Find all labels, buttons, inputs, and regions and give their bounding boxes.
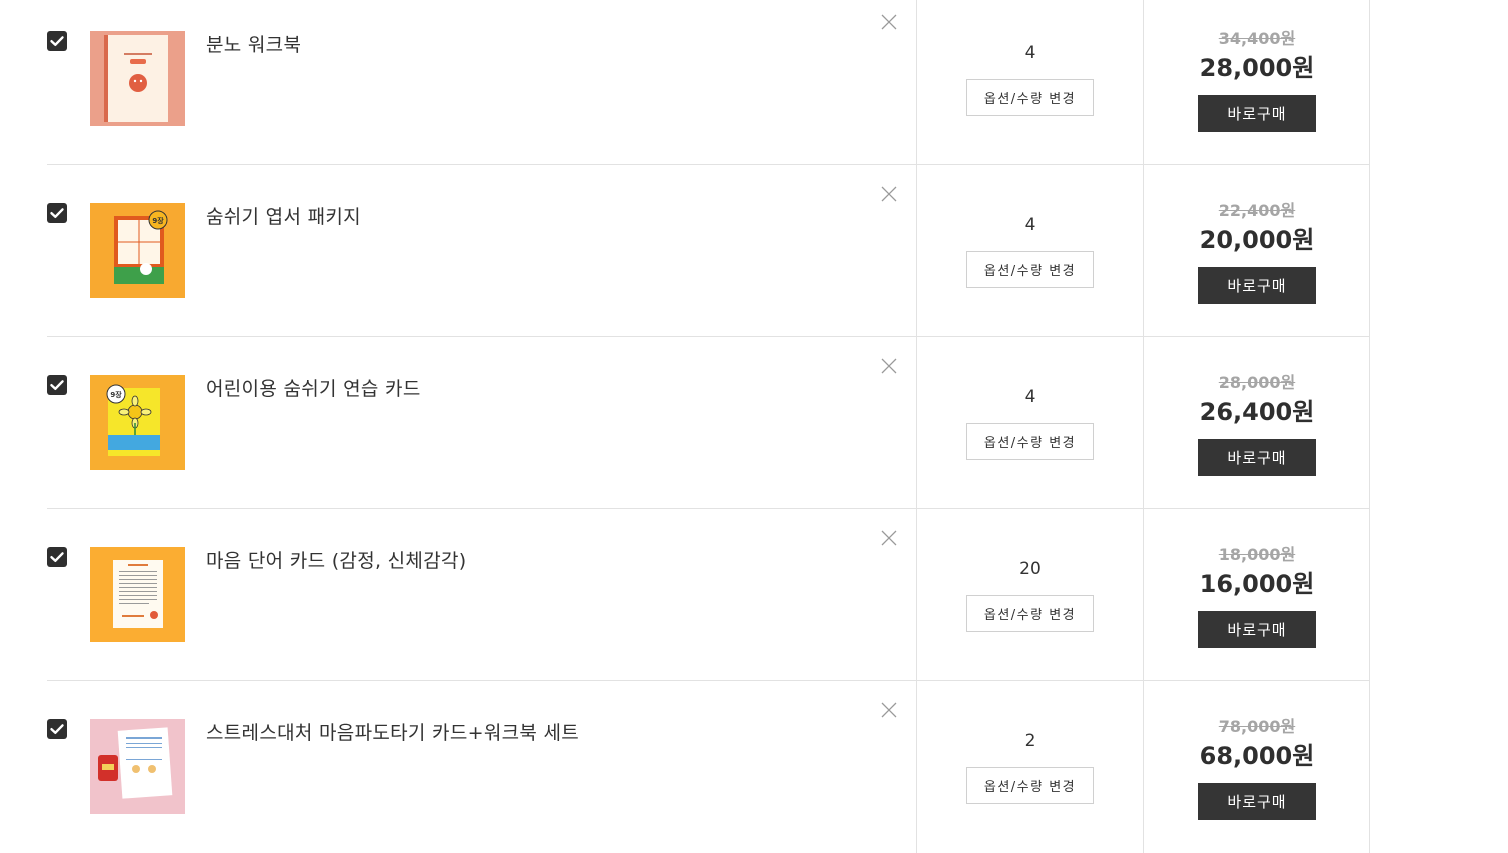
change-option-button[interactable]: 옵션/수량 변경 bbox=[966, 767, 1094, 804]
close-icon bbox=[881, 702, 897, 718]
column-divider bbox=[916, 0, 917, 164]
column-divider bbox=[916, 681, 917, 853]
remove-item-button[interactable] bbox=[879, 12, 899, 32]
cart-list: 분노 워크북 4 옵션/수량 변경 34,400원 28,000원 바로구매 9… bbox=[0, 0, 1508, 853]
original-price: 78,000원 bbox=[1218, 717, 1296, 736]
remove-item-button[interactable] bbox=[879, 528, 899, 548]
sale-price: 26,400원 bbox=[1199, 398, 1315, 426]
quantity-value: 4 bbox=[1024, 43, 1036, 63]
item-checkbox[interactable] bbox=[47, 203, 67, 223]
sale-price: 16,000원 bbox=[1199, 570, 1315, 598]
buy-now-button[interactable]: 바로구매 bbox=[1198, 95, 1316, 132]
buy-now-button[interactable]: 바로구매 bbox=[1198, 439, 1316, 476]
product-thumbnail[interactable] bbox=[90, 31, 185, 126]
sale-price: 28,000원 bbox=[1199, 54, 1315, 82]
column-divider bbox=[916, 509, 917, 680]
item-checkbox[interactable] bbox=[47, 31, 67, 51]
column-divider bbox=[916, 337, 917, 508]
sale-price: 68,000원 bbox=[1199, 742, 1315, 770]
original-price: 28,000원 bbox=[1218, 373, 1296, 392]
close-icon bbox=[881, 530, 897, 546]
remove-item-button[interactable] bbox=[879, 356, 899, 376]
sale-price: 20,000원 bbox=[1199, 226, 1315, 254]
product-name[interactable]: 마음 단어 카드 (감정, 신체감각) bbox=[206, 546, 466, 573]
check-icon bbox=[50, 36, 64, 46]
item-checkbox[interactable] bbox=[47, 547, 67, 567]
remove-item-button[interactable] bbox=[879, 700, 899, 720]
cart-item: 분노 워크북 4 옵션/수량 변경 34,400원 28,000원 바로구매 bbox=[47, 0, 1370, 165]
svg-text:9장: 9장 bbox=[152, 216, 164, 225]
close-icon bbox=[881, 14, 897, 30]
change-option-button[interactable]: 옵션/수량 변경 bbox=[966, 251, 1094, 288]
original-price: 18,000원 bbox=[1218, 545, 1296, 564]
check-icon bbox=[50, 380, 64, 390]
item-checkbox[interactable] bbox=[47, 375, 67, 395]
product-name[interactable]: 어린이용 숨쉬기 연습 카드 bbox=[206, 374, 421, 401]
item-checkbox[interactable] bbox=[47, 719, 67, 739]
cart-item: 9장 어린이용 숨쉬기 연습 카드 4 옵션/수량 변경 28,000원 26,… bbox=[47, 337, 1370, 509]
check-icon bbox=[50, 552, 64, 562]
close-icon bbox=[881, 186, 897, 202]
product-name[interactable]: 분노 워크북 bbox=[206, 30, 301, 57]
change-option-button[interactable]: 옵션/수량 변경 bbox=[966, 79, 1094, 116]
change-option-button[interactable]: 옵션/수량 변경 bbox=[966, 595, 1094, 632]
change-option-button[interactable]: 옵션/수량 변경 bbox=[966, 423, 1094, 460]
product-name[interactable]: 숨쉬기 엽서 패키지 bbox=[206, 202, 361, 229]
close-icon bbox=[881, 358, 897, 374]
quantity-value: 4 bbox=[1024, 387, 1036, 407]
product-thumbnail[interactable]: 9장 bbox=[90, 203, 185, 298]
cart-item: 9장 숨쉬기 엽서 패키지 4 옵션/수량 변경 22,400원 20,000원… bbox=[47, 165, 1370, 337]
product-thumbnail[interactable] bbox=[90, 719, 185, 814]
product-thumbnail[interactable] bbox=[90, 547, 185, 642]
buy-now-button[interactable]: 바로구매 bbox=[1198, 267, 1316, 304]
quantity-value: 4 bbox=[1024, 215, 1036, 235]
check-icon bbox=[50, 724, 64, 734]
buy-now-button[interactable]: 바로구매 bbox=[1198, 783, 1316, 820]
buy-now-button[interactable]: 바로구매 bbox=[1198, 611, 1316, 648]
remove-item-button[interactable] bbox=[879, 184, 899, 204]
check-icon bbox=[50, 208, 64, 218]
cart-item: 마음 단어 카드 (감정, 신체감각) 20 옵션/수량 변경 18,000원 … bbox=[47, 509, 1370, 681]
product-thumbnail[interactable]: 9장 bbox=[90, 375, 185, 470]
product-name[interactable]: 스트레스대처 마음파도타기 카드+워크북 세트 bbox=[206, 718, 579, 745]
original-price: 34,400원 bbox=[1218, 29, 1296, 48]
quantity-value: 2 bbox=[1024, 731, 1036, 751]
cart-item: 스트레스대처 마음파도타기 카드+워크북 세트 2 옵션/수량 변경 78,00… bbox=[47, 681, 1370, 853]
column-divider bbox=[916, 165, 917, 336]
svg-text:9장: 9장 bbox=[110, 390, 122, 399]
quantity-value: 20 bbox=[1019, 559, 1041, 579]
original-price: 22,400원 bbox=[1218, 201, 1296, 220]
